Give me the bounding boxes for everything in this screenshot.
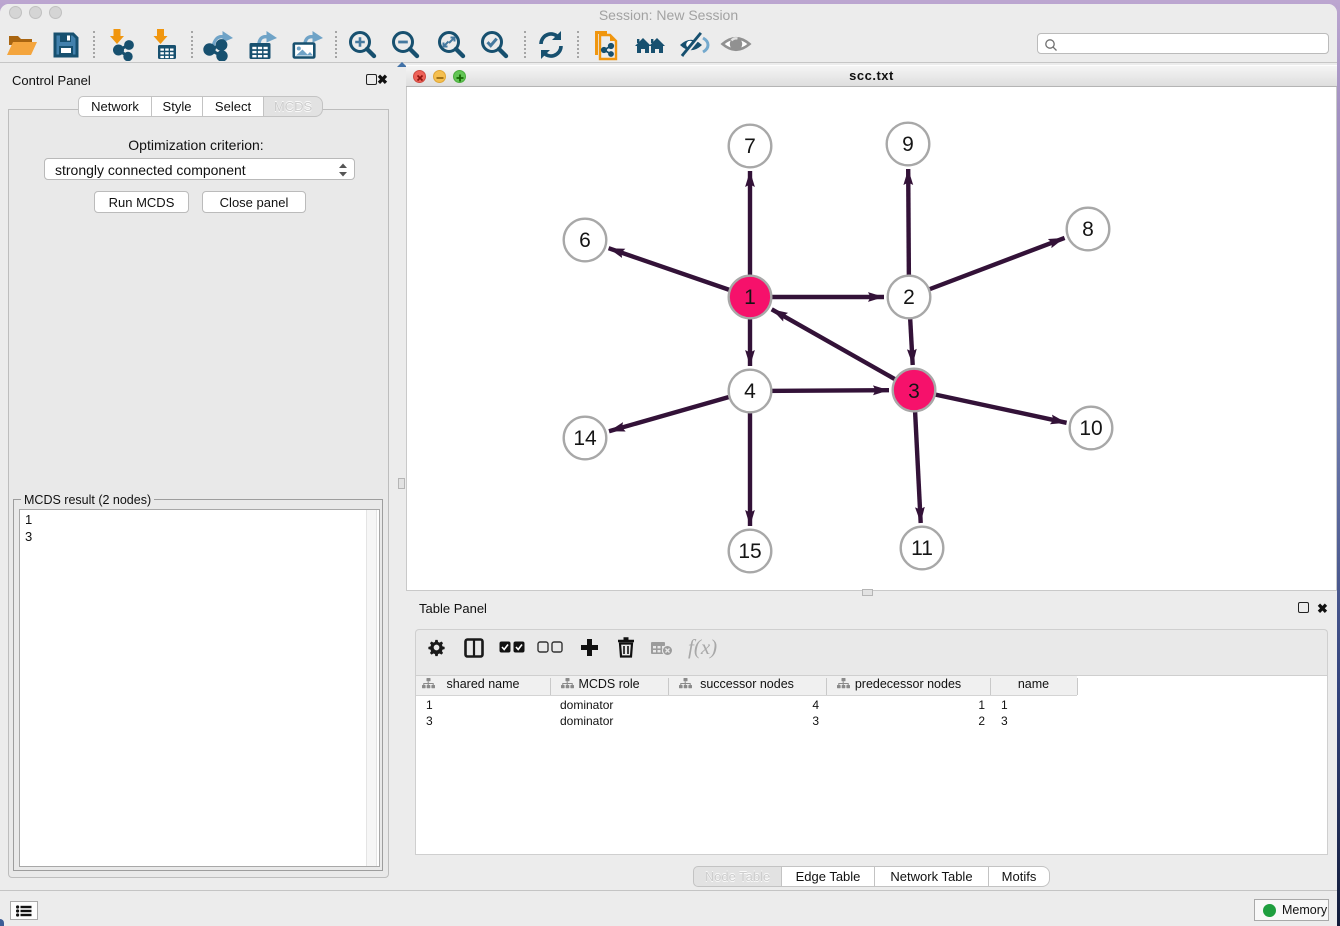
svg-text:14: 14 <box>573 427 597 450</box>
svg-text:8: 8 <box>1082 218 1094 241</box>
svg-text:2: 2 <box>903 286 915 309</box>
svg-text:4: 4 <box>744 380 756 403</box>
svg-text:3: 3 <box>908 380 920 403</box>
svg-text:1: 1 <box>744 286 756 309</box>
svg-text:6: 6 <box>579 229 591 252</box>
svg-text:7: 7 <box>744 135 756 158</box>
svg-text:15: 15 <box>738 540 761 563</box>
svg-text:10: 10 <box>1079 417 1102 440</box>
svg-text:9: 9 <box>902 133 914 156</box>
svg-text:11: 11 <box>911 537 933 560</box>
